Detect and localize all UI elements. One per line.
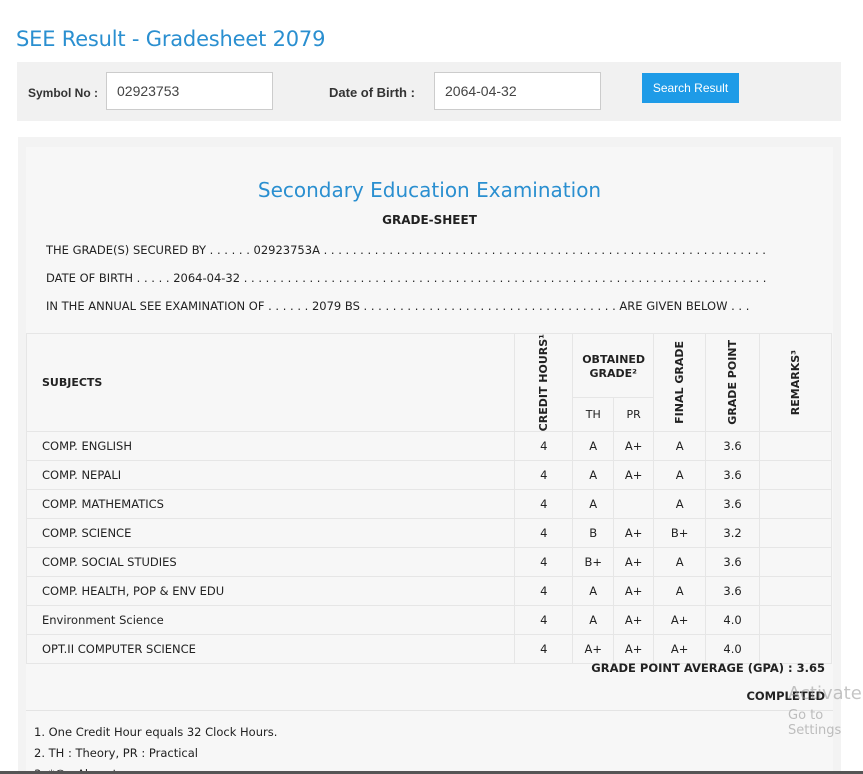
- pr-cell: [613, 489, 655, 520]
- subject-cell: COMP. MATHEMATICS: [25, 489, 516, 520]
- final-grade-cell: B+: [653, 518, 707, 549]
- grade-point-cell: 3.6: [705, 547, 761, 578]
- pr-cell: A+: [613, 576, 655, 607]
- subject-cell: COMP. SOCIAL STUDIES: [25, 547, 516, 578]
- grade-point-cell: 3.6: [705, 576, 761, 607]
- remarks-cell: [759, 547, 832, 578]
- symbol-label: Symbol No :: [28, 86, 99, 100]
- th-cell: A: [572, 460, 615, 491]
- dob-input[interactable]: 2064-04-32: [434, 72, 601, 110]
- table-row: OPT.II COMPUTER SCIENCE 4 A+ A+ A+ 4.0: [25, 634, 832, 665]
- search-result-button[interactable]: Search Result: [642, 73, 739, 103]
- final-grade-cell: A: [653, 431, 707, 462]
- pr-cell: A+: [613, 518, 655, 549]
- pr-cell: A+: [613, 547, 655, 578]
- remarks-cell: [759, 460, 832, 491]
- grade-point-cell: 3.6: [705, 489, 761, 520]
- symbol-input[interactable]: 02923753: [106, 72, 273, 110]
- credit-cell: 4: [514, 431, 574, 462]
- pr-cell: A+: [613, 605, 655, 636]
- th-cell: A: [572, 431, 615, 462]
- grades-table: SUBJECTS CREDIT HOURS¹ OBTAINED GRADE² F…: [25, 332, 832, 665]
- th-cell: A: [572, 605, 615, 636]
- divider: [26, 710, 833, 711]
- credit-cell: 4: [514, 605, 574, 636]
- header-th: TH: [572, 396, 615, 433]
- final-grade-cell: A: [653, 489, 707, 520]
- header-grade-point: GRADE POINT: [705, 332, 761, 433]
- table-row: Environment Science 4 A A+ A+ 4.0: [25, 605, 832, 636]
- credit-cell: 4: [514, 634, 574, 665]
- remarks-cell: [759, 489, 832, 520]
- subject-cell: COMP. NEPALI: [25, 460, 516, 491]
- th-cell: A+: [572, 634, 615, 665]
- remarks-cell: [759, 431, 832, 462]
- subject-cell: OPT.II COMPUTER SCIENCE: [25, 634, 516, 665]
- final-grade-cell: A+: [653, 605, 707, 636]
- grade-point-cell: 4.0: [705, 634, 761, 665]
- gpa-text: GRADE POINT AVERAGE (GPA) : 3.65: [591, 661, 825, 675]
- pr-cell: A+: [613, 460, 655, 491]
- footnotes: 1. One Credit Hour equals 32 Clock Hours…: [34, 722, 277, 774]
- credit-cell: 4: [514, 460, 574, 491]
- final-grade-cell: A: [653, 576, 707, 607]
- info-line-exam: IN THE ANNUAL SEE EXAMINATION OF . . . .…: [46, 299, 750, 313]
- credit-cell: 4: [514, 547, 574, 578]
- gradesheet-title: GRADE-SHEET: [382, 213, 477, 227]
- footnote-2: 2. TH : Theory, PR : Practical: [34, 746, 198, 760]
- table-row: COMP. NEPALI 4 A A+ A 3.6: [25, 460, 832, 491]
- info-line-grades-secured: THE GRADE(S) SECURED BY . . . . . . 0292…: [46, 243, 766, 257]
- settings-watermark: Go to Settings: [788, 708, 842, 738]
- final-grade-cell: A: [653, 460, 707, 491]
- remarks-cell: [759, 605, 832, 636]
- subject-cell: COMP. SCIENCE: [25, 518, 516, 549]
- activate-watermark: Activate: [788, 683, 862, 704]
- header-credit-hours: CREDIT HOURS¹: [514, 332, 574, 433]
- credit-cell: 4: [514, 518, 574, 549]
- remarks-cell: [759, 518, 832, 549]
- subject-cell: Environment Science: [25, 605, 516, 636]
- header-final-grade: FINAL GRADE: [653, 332, 707, 433]
- info-line-dob: DATE OF BIRTH . . . . . 2064-04-32 . . .…: [46, 271, 766, 285]
- credit-cell: 4: [514, 489, 574, 520]
- remarks-cell: [759, 634, 832, 665]
- grade-point-cell: 3.2: [705, 518, 761, 549]
- search-form: Symbol No : 02923753 Date of Birth : 206…: [17, 62, 841, 121]
- subject-cell: COMP. HEALTH, POP & ENV EDU: [25, 576, 516, 607]
- final-grade-cell: A: [653, 547, 707, 578]
- th-cell: B: [572, 518, 615, 549]
- gradesheet: Secondary Education Examination GRADE-SH…: [25, 147, 833, 774]
- final-grade-cell: A+: [653, 634, 707, 665]
- grade-point-cell: 3.6: [705, 431, 761, 462]
- remarks-cell: [759, 576, 832, 607]
- th-cell: A: [572, 489, 615, 520]
- table-row: COMP. HEALTH, POP & ENV EDU 4 A A+ A 3.6: [25, 576, 832, 607]
- grade-point-cell: 4.0: [705, 605, 761, 636]
- credit-cell: 4: [514, 576, 574, 607]
- table-row: COMP. MATHEMATICS 4 A A 3.6: [25, 489, 832, 520]
- header-remarks: REMARKS³: [759, 332, 832, 433]
- exam-title: Secondary Education Examination: [257, 178, 602, 202]
- page-title: SEE Result - Gradesheet 2079: [16, 27, 326, 51]
- pr-cell: A+: [613, 634, 655, 665]
- table-row: COMP. ENGLISH 4 A A+ A 3.6: [25, 431, 832, 462]
- pr-cell: A+: [613, 431, 655, 462]
- table-row: COMP. SCIENCE 4 B A+ B+ 3.2: [25, 518, 832, 549]
- footnote-1: 1. One Credit Hour equals 32 Clock Hours…: [34, 725, 278, 739]
- th-cell: A: [572, 576, 615, 607]
- dob-label: Date of Birth :: [329, 85, 415, 100]
- header-pr: PR: [613, 396, 655, 433]
- header-obtained-grade: OBTAINED GRADE²: [572, 333, 655, 398]
- subject-cell: COMP. ENGLISH: [25, 431, 516, 462]
- grade-point-cell: 3.6: [705, 460, 761, 491]
- th-cell: B+: [572, 547, 615, 578]
- header-subjects: SUBJECTS: [25, 332, 516, 433]
- table-row: COMP. SOCIAL STUDIES 4 B+ A+ A 3.6: [25, 547, 832, 578]
